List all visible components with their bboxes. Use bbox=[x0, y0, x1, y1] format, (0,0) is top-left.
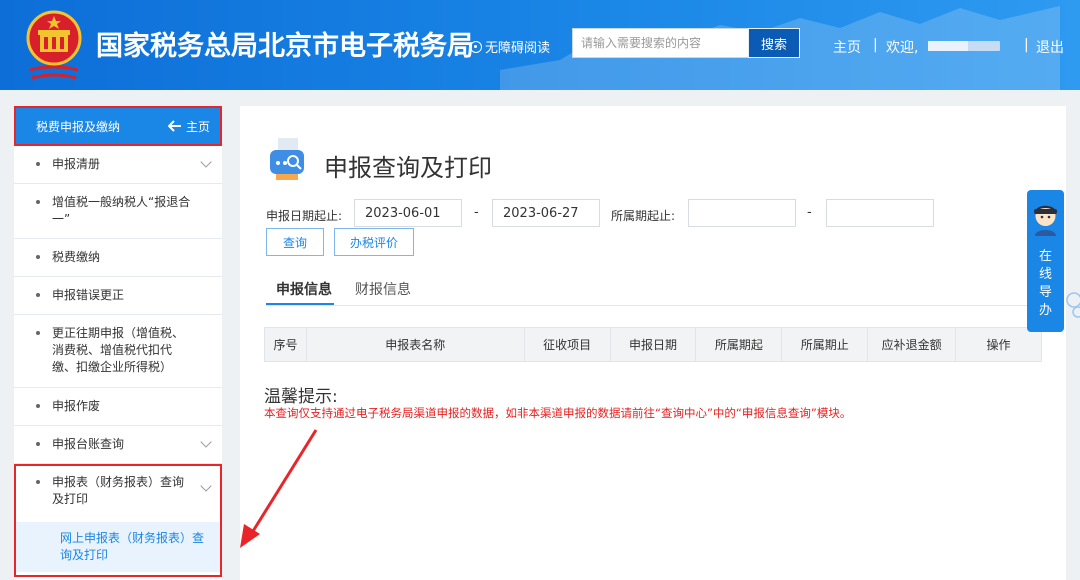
sidebar-item-vat-return[interactable]: 增值税一般纳税人“报退合一” bbox=[14, 184, 222, 239]
sidebar-item-tax-payment[interactable]: 税费缴纳 bbox=[14, 239, 222, 277]
online-guide-button[interactable]: 在线导办 bbox=[1027, 190, 1064, 332]
start-date-input[interactable] bbox=[354, 199, 462, 227]
column-header: 所属期起 bbox=[695, 327, 783, 362]
column-header: 操作 bbox=[955, 327, 1042, 362]
printer-search-icon bbox=[270, 138, 304, 180]
period-start-input[interactable] bbox=[688, 199, 796, 227]
sidebar-item-label: 税费缴纳 bbox=[52, 250, 101, 264]
column-header: 序号 bbox=[264, 327, 307, 362]
column-header: 申报表名称 bbox=[305, 327, 525, 362]
sidebar-item-declaration-list[interactable]: 申报清册 bbox=[14, 146, 222, 184]
sidebar-item-past-correction[interactable]: 更正往期申报（增值税、消费税、增值税代扣代缴、扣缴企业所得税） bbox=[14, 315, 222, 388]
assistant-avatar-icon bbox=[1034, 205, 1057, 236]
date-range-dash: - bbox=[474, 205, 479, 220]
welcome-text: 欢迎, bbox=[886, 40, 919, 56]
table-header-row: 序号 申报表名称 征收项目 申报日期 所属期起 所属期止 应补退金额 操作 bbox=[264, 327, 1042, 362]
sidebar-item-label: 申报清册 bbox=[52, 157, 101, 171]
sidebar-item-void-declaration[interactable]: 申报作废 bbox=[14, 388, 222, 426]
bullet-icon bbox=[36, 293, 40, 297]
period-end-input[interactable] bbox=[826, 199, 934, 227]
bullet-icon bbox=[36, 255, 40, 259]
bullet-icon bbox=[36, 442, 40, 446]
column-header: 应补退金额 bbox=[867, 327, 957, 362]
sidebar-item-label: 申报错误更正 bbox=[52, 288, 125, 302]
online-guide-label: 在线导办 bbox=[1027, 248, 1064, 320]
site-title: 国家税务总局北京市电子税务局 bbox=[96, 31, 474, 62]
sidebar-subitem-online-report-query[interactable]: 网上申报表（财务报表）查询及打印 bbox=[14, 522, 222, 572]
period-label: 所属期起止: bbox=[611, 209, 676, 223]
period-range-dash: - bbox=[807, 205, 812, 220]
partial-cloud-icon bbox=[1066, 292, 1080, 318]
end-date-input[interactable] bbox=[492, 199, 600, 227]
active-tab-indicator bbox=[266, 303, 334, 305]
search-button[interactable]: 搜索 bbox=[748, 28, 800, 58]
nav-separator: | bbox=[1024, 37, 1029, 53]
tips-title: 温馨提示: bbox=[264, 387, 338, 407]
eye-icon bbox=[470, 40, 482, 53]
sidebar-item-label: 申报表（财务报表）查询及打印 bbox=[52, 475, 185, 506]
bullet-icon bbox=[36, 480, 40, 484]
accessibility-link[interactable]: 无障碍阅读 bbox=[470, 37, 550, 56]
tips-text: 本查询仅支持通过电子税务局渠道申报的数据，如非本渠道申报的数据请前往“查询中心”… bbox=[264, 406, 852, 420]
declaration-table: 序号 申报表名称 征收项目 申报日期 所属期起 所属期止 应补退金额 操作 bbox=[264, 327, 1042, 362]
tab-financial-report-info[interactable]: 财报信息 bbox=[355, 279, 411, 299]
nav-separator: | bbox=[873, 37, 878, 53]
nav-home-link[interactable]: 主页 bbox=[833, 37, 861, 57]
tab-declaration-info[interactable]: 申报信息 bbox=[276, 279, 332, 299]
sidebar-item-label: 申报作废 bbox=[52, 399, 101, 413]
chevron-down-icon bbox=[200, 480, 212, 492]
logout-link[interactable]: 退出 bbox=[1036, 37, 1064, 57]
accessibility-label: 无障碍阅读 bbox=[485, 41, 551, 56]
tab-divider bbox=[266, 305, 1042, 306]
sidebar-item-error-correction[interactable]: 申报错误更正 bbox=[14, 277, 222, 315]
username-masked bbox=[928, 41, 1000, 51]
sidebar-item-label: 更正往期申报（增值税、消费税、增值税代扣代缴、扣缴企业所得税） bbox=[52, 326, 185, 374]
page-title: 申报查询及打印 bbox=[324, 154, 492, 182]
evaluate-button[interactable]: 办税评价 bbox=[334, 228, 414, 256]
search-input[interactable] bbox=[572, 28, 748, 58]
chevron-down-icon bbox=[200, 156, 212, 168]
sidebar-item-label: 增值税一般纳税人“报退合一” bbox=[52, 195, 191, 226]
main-panel: 申报查询及打印 申报日期起止: - 所属期起止: - 查询 办税评价 申报信息 … bbox=[240, 106, 1066, 580]
back-arrow-icon bbox=[167, 120, 181, 132]
sidebar-header-title: 税费申报及缴纳 bbox=[36, 119, 121, 134]
report-date-label: 申报日期起止: bbox=[266, 209, 343, 223]
sidebar-header: 税费申报及缴纳 主页 bbox=[14, 106, 222, 146]
chevron-down-icon bbox=[200, 436, 212, 448]
query-button[interactable]: 查询 bbox=[266, 228, 324, 256]
bullet-icon bbox=[36, 200, 40, 204]
column-header: 申报日期 bbox=[609, 327, 697, 362]
sidebar-item-report-query-print[interactable]: 申报表（财务报表）查询及打印 bbox=[14, 464, 222, 522]
online-guide-text: 在线导办 bbox=[1038, 249, 1052, 318]
column-header: 所属期止 bbox=[781, 327, 869, 362]
sidebar-home-label: 主页 bbox=[185, 119, 210, 134]
column-header: 征收项目 bbox=[523, 327, 611, 362]
sidebar-item-label: 申报台账查询 bbox=[52, 437, 125, 451]
sidebar-home-link[interactable]: 主页 bbox=[167, 118, 210, 135]
sidebar-item-ledger-query[interactable]: 申报台账查询 bbox=[14, 426, 222, 464]
national-emblem-logo bbox=[26, 10, 82, 80]
top-header: 国家税务总局北京市电子税务局 无障碍阅读 搜索 主页 | 欢迎, | 退出 bbox=[0, 0, 1080, 90]
sidebar: 税费申报及缴纳 主页 申报清册 增值税一般纳税人“报退合一” 税费缴纳 申报错误… bbox=[14, 106, 222, 580]
bullet-icon bbox=[36, 404, 40, 408]
bullet-icon bbox=[36, 162, 40, 166]
bullet-icon bbox=[36, 331, 40, 335]
